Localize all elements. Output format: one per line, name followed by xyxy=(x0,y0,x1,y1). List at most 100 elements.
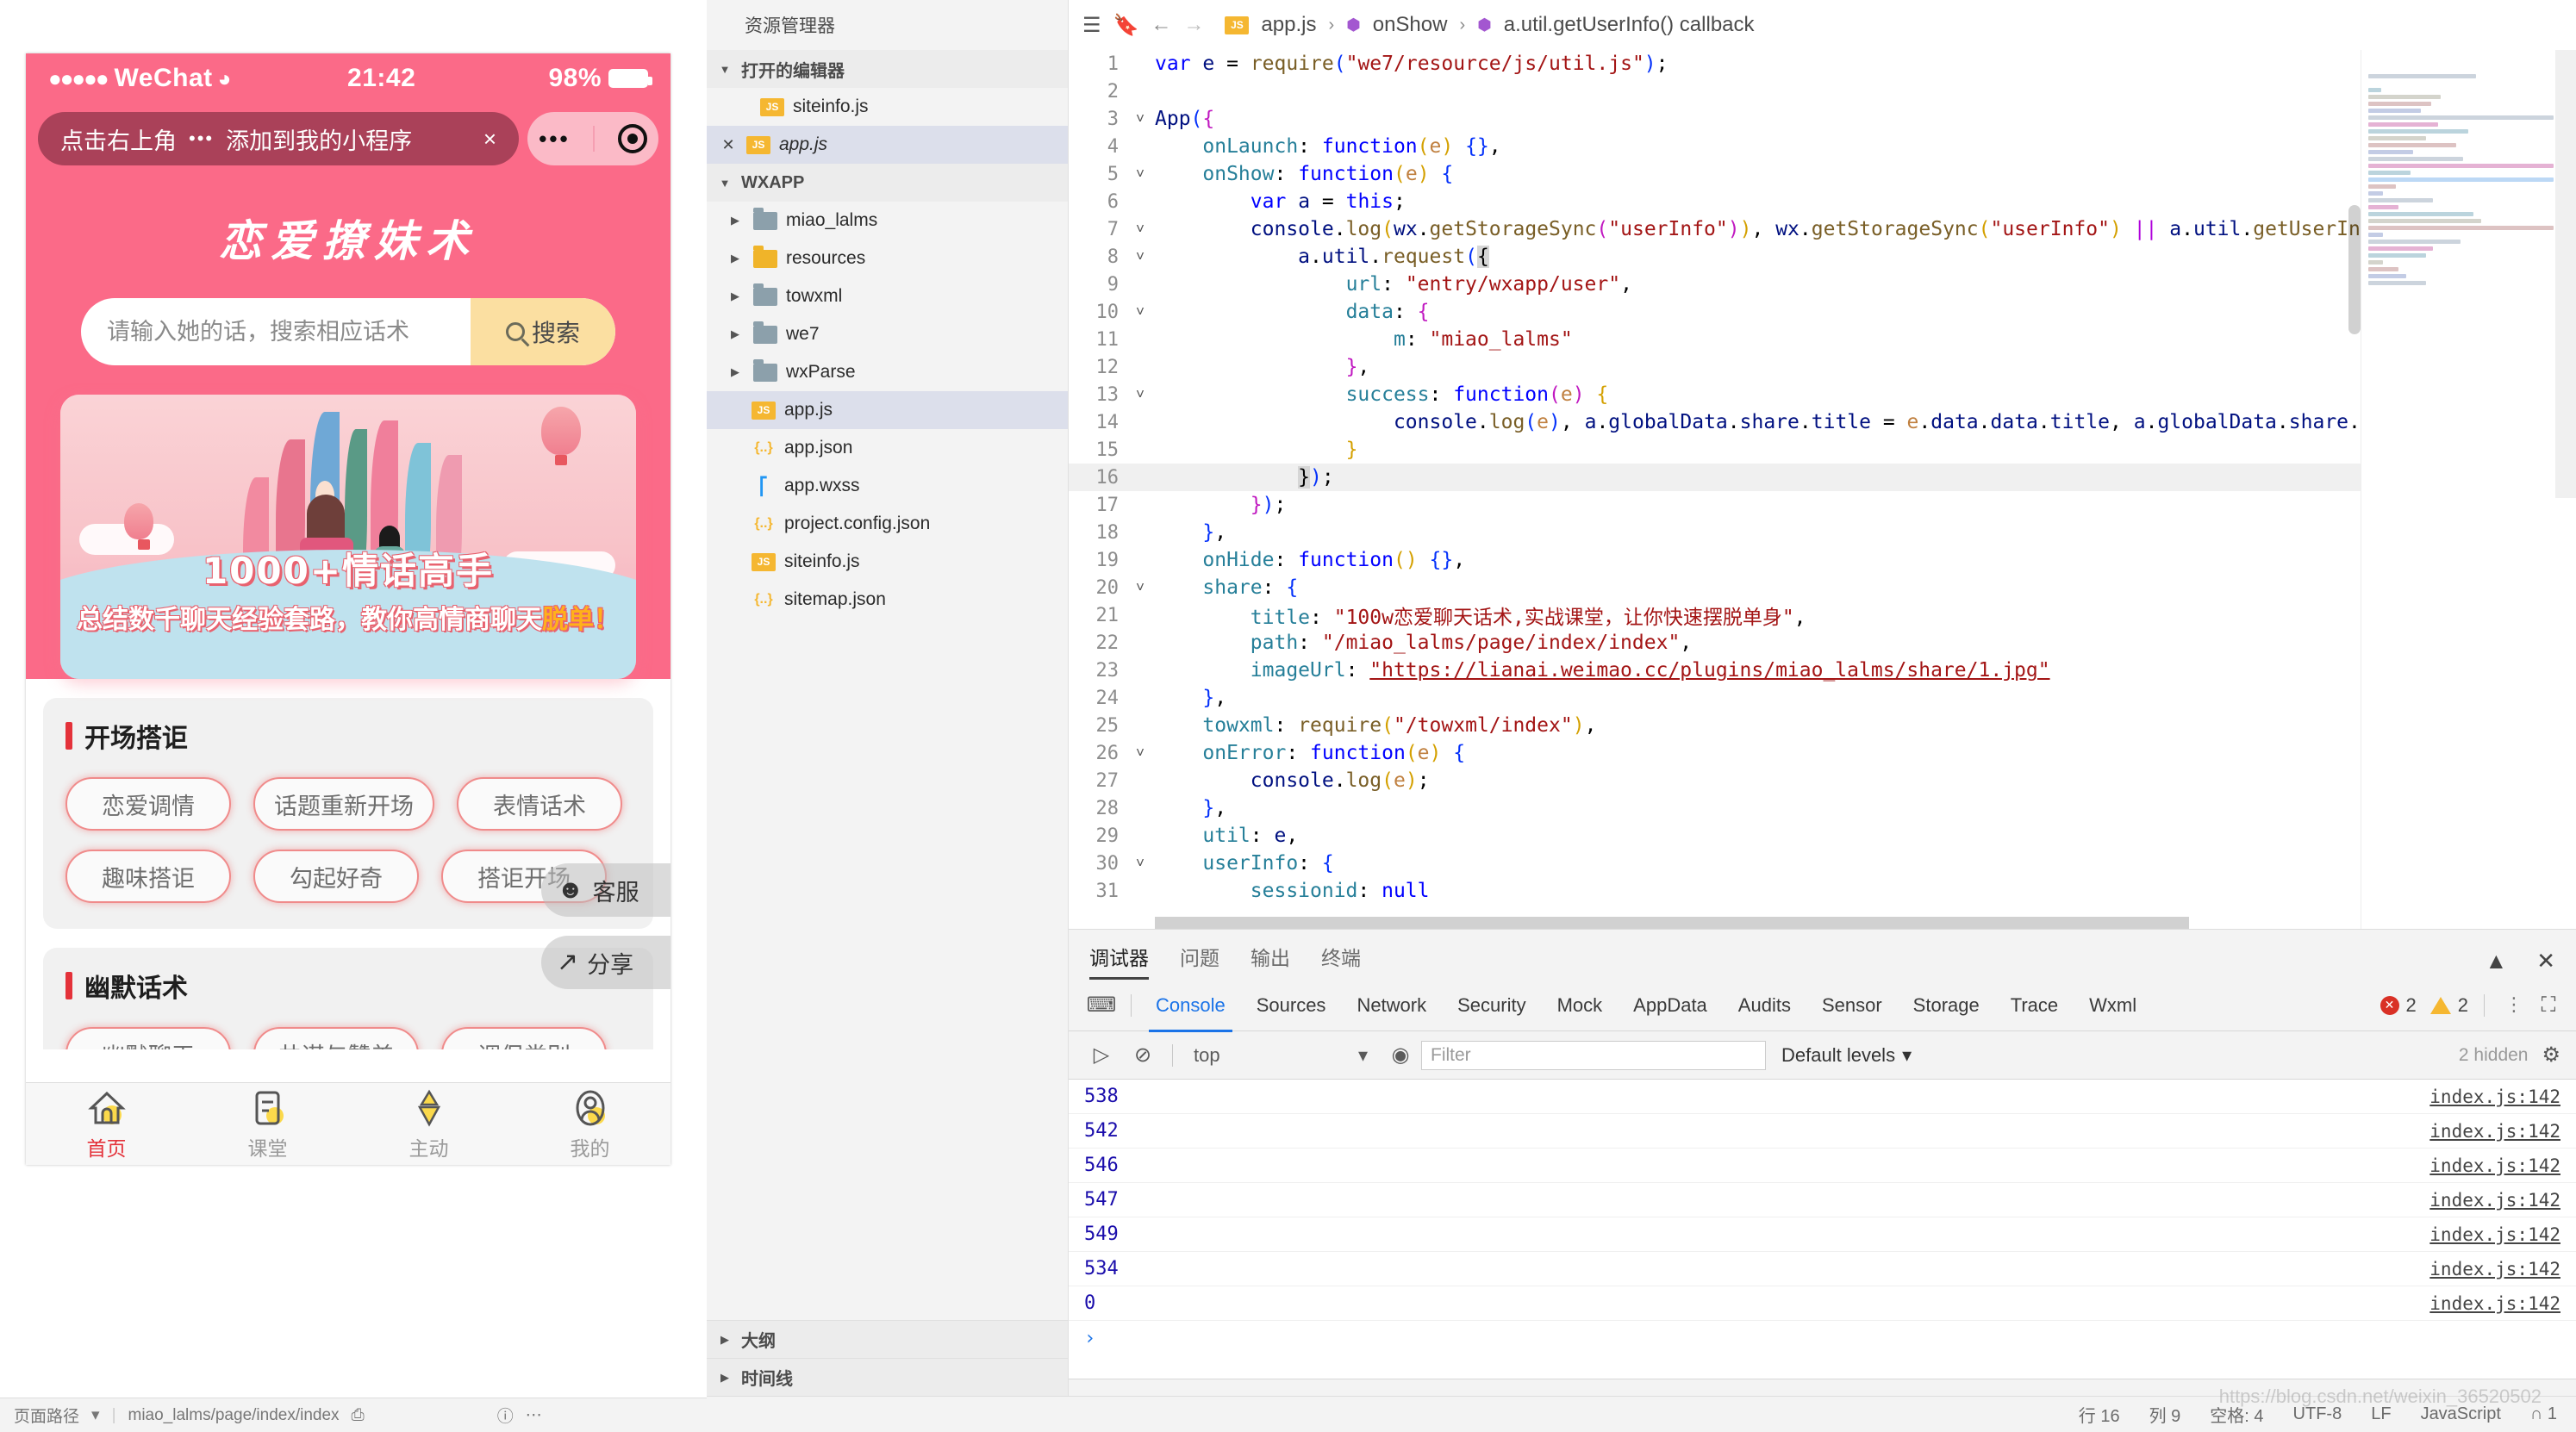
chevron-right-icon[interactable]: ▶ xyxy=(726,327,745,341)
fold-toggle[interactable]: ˅ xyxy=(1126,303,1155,321)
code-line[interactable]: 13 ˅ success: function(e) { xyxy=(1069,381,2576,408)
code-line[interactable]: 31 sessionid: null xyxy=(1069,877,2576,905)
help-icon[interactable]: ⓘ xyxy=(497,1404,514,1427)
panel-audits[interactable]: Audits xyxy=(1723,994,1806,1017)
target-icon[interactable] xyxy=(617,124,647,153)
fold-toggle[interactable]: ˅ xyxy=(1126,579,1155,597)
tag-item[interactable]: 勾起好奇 xyxy=(253,850,419,903)
fold-toggle[interactable]: ˅ xyxy=(1126,248,1155,266)
code-lines[interactable]: 1 var e = require("we7/resource/js/util.j… xyxy=(1069,50,2576,929)
chevron-down-icon[interactable]: ▼ xyxy=(715,177,734,190)
tag-item[interactable]: 调侃类别 xyxy=(441,1027,607,1049)
code-line[interactable]: 30 ˅ userInfo: { xyxy=(1069,850,2576,877)
dock-icon[interactable]: ⛶ xyxy=(2535,993,2576,1018)
error-badge[interactable]: ✕ 2 xyxy=(2380,994,2417,1017)
code-line[interactable]: 22 path: "/miao_lalms/page/index/index", xyxy=(1069,629,2576,657)
console-row[interactable]: 542 index.js:142 xyxy=(1069,1114,2576,1149)
code-line[interactable]: 21 title: "100w恋爱聊天话术,实战课堂，让你快速摆脱单身", xyxy=(1069,601,2576,630)
console-row[interactable]: 547 index.js:142 xyxy=(1069,1183,2576,1217)
vertical-scrollbar[interactable] xyxy=(2348,205,2361,334)
list-icon[interactable]: ☰ xyxy=(1082,13,1101,38)
console-row[interactable]: 549 index.js:142 xyxy=(1069,1217,2576,1252)
code-line[interactable]: 27 console.log(e); xyxy=(1069,767,2576,794)
chevron-right-icon[interactable]: ▶ xyxy=(726,252,745,265)
code-line[interactable]: 23 imageUrl: "https://lianai.weimao.cc/p… xyxy=(1069,657,2576,684)
code-line[interactable]: 24 }, xyxy=(1069,684,2576,712)
folder-resources[interactable]: ▶ resources xyxy=(707,240,1068,277)
arrow-right-icon[interactable]: → xyxy=(1183,13,1204,37)
chevron-down-icon[interactable]: ▼ xyxy=(715,63,734,76)
panel-network[interactable]: Network xyxy=(1341,994,1442,1017)
panel-sources[interactable]: Sources xyxy=(1241,994,1342,1017)
promo-banner[interactable]: 1000+情话高手 总结数千聊天经验套路，教你高情商聊天脱单！ xyxy=(60,395,636,679)
code-line[interactable]: 20 ˅ share: { xyxy=(1069,574,2576,601)
execute-icon[interactable]: ▷ xyxy=(1081,1043,1122,1068)
console-source-link[interactable]: index.js:142 xyxy=(2429,1121,2560,1142)
clear-icon[interactable]: ⊘ xyxy=(1122,1043,1163,1068)
breadcrumb-file[interactable]: app.js xyxy=(1261,13,1316,37)
tab-mine[interactable]: 我的 xyxy=(509,1083,671,1165)
inspect-icon[interactable]: ⌨ xyxy=(1081,993,1122,1018)
more-menu-icon[interactable]: ••• xyxy=(539,126,570,153)
code-line[interactable]: 4 onLaunch: function(e) {}, xyxy=(1069,133,2576,160)
code-line[interactable]: 14 console.log(e), a.globalData.share.ti… xyxy=(1069,408,2576,436)
copy-icon[interactable]: ⎙ xyxy=(352,1406,365,1425)
eye-icon[interactable]: ◉ xyxy=(1380,1043,1421,1068)
code-line[interactable]: 28 }, xyxy=(1069,794,2576,822)
chevron-right-icon[interactable]: ▶ xyxy=(726,365,745,379)
arrow-left-icon[interactable]: ← xyxy=(1151,13,1171,37)
explorer-section-outline[interactable]: ▶ 大纲 xyxy=(707,1320,1068,1358)
code-line[interactable]: 26 ˅ onError: function(e) { xyxy=(1069,739,2576,767)
panel-sensor[interactable]: Sensor xyxy=(1806,994,1898,1017)
tab-active[interactable]: 主动 xyxy=(348,1083,509,1165)
fold-toggle[interactable]: ˅ xyxy=(1126,386,1155,404)
folder-wxparse[interactable]: ▶ wxParse xyxy=(707,353,1068,391)
code-line[interactable]: 18 }, xyxy=(1069,519,2576,546)
status-line[interactable]: 行 16 xyxy=(2079,1402,2120,1427)
panel-trace[interactable]: Trace xyxy=(1995,994,2074,1017)
chevron-right-icon[interactable]: ▶ xyxy=(726,214,745,227)
file-app-json[interactable]: {..} app.json xyxy=(707,429,1068,467)
tag-item[interactable]: 恋爱调情 xyxy=(65,777,231,831)
kebab-menu-icon[interactable]: ⋮ xyxy=(2493,995,2535,1014)
tag-item[interactable]: 表情话术 xyxy=(457,777,622,831)
horizontal-scrollbar[interactable] xyxy=(1155,917,2189,929)
fold-toggle[interactable]: ˅ xyxy=(1126,165,1155,184)
panel-mock[interactable]: Mock xyxy=(1542,994,1619,1017)
tab-terminal[interactable]: 终端 xyxy=(1321,942,1361,980)
search-button[interactable]: 搜索 xyxy=(471,298,615,365)
file-siteinfo-js[interactable]: JS siteinfo.js xyxy=(707,543,1068,581)
tag-item[interactable]: 幽默聊天 xyxy=(65,1027,231,1049)
console-prompt[interactable]: › xyxy=(1069,1321,2576,1355)
tag-item[interactable]: 共谋与赞美 xyxy=(253,1027,419,1049)
folder-towxml[interactable]: ▶ towxml xyxy=(707,277,1068,315)
console-source-link[interactable]: index.js:142 xyxy=(2429,1259,2560,1279)
tab-home[interactable]: 首页 xyxy=(26,1083,187,1165)
warning-badge[interactable]: 2 xyxy=(2429,994,2468,1017)
chevron-right-icon[interactable]: ▶ xyxy=(715,1371,734,1385)
code-line[interactable]: 2 xyxy=(1069,78,2576,105)
minimap-slider[interactable] xyxy=(2555,50,2576,498)
panel-wxml[interactable]: Wxml xyxy=(2074,994,2152,1017)
fold-toggle[interactable]: ˅ xyxy=(1126,110,1155,128)
log-levels-selector[interactable]: Default levels ▾ xyxy=(1766,1044,1927,1067)
chevron-right-icon[interactable]: ▶ xyxy=(715,1333,734,1347)
console-row[interactable]: 546 index.js:142 xyxy=(1069,1149,2576,1183)
code-line[interactable]: 25 towxml: require("/towxml/index"), xyxy=(1069,712,2576,739)
code-line[interactable]: 16 }); xyxy=(1069,464,2576,491)
console-output[interactable]: 538 index.js:142 542 index.js:142 546 index.j… xyxy=(1069,1080,2576,1379)
folder-we7[interactable]: ▶ we7 xyxy=(707,315,1068,353)
file-app-js[interactable]: JS app.js xyxy=(707,391,1068,429)
explorer-group-open-editors[interactable]: ▼ 打开的编辑器 xyxy=(707,50,1068,88)
filter-input[interactable]: Filter xyxy=(1421,1040,1766,1070)
tab-classroom[interactable]: 课堂 xyxy=(187,1083,348,1165)
close-icon[interactable]: ✕ xyxy=(719,136,738,154)
tip-close-button[interactable]: × xyxy=(483,126,496,153)
open-editor-siteinfo-js[interactable]: JS siteinfo.js xyxy=(707,88,1068,126)
console-row[interactable]: 534 index.js:142 xyxy=(1069,1252,2576,1286)
folder-miao-lalms[interactable]: ▶ miao_lalms xyxy=(707,202,1068,240)
tag-item[interactable]: 话题重新开场 xyxy=(253,777,434,831)
code-line[interactable]: 29 util: e, xyxy=(1069,822,2576,850)
code-line[interactable]: 19 onHide: function() {}, xyxy=(1069,546,2576,574)
open-editor-app-js[interactable]: ✕ JS app.js xyxy=(707,126,1068,164)
